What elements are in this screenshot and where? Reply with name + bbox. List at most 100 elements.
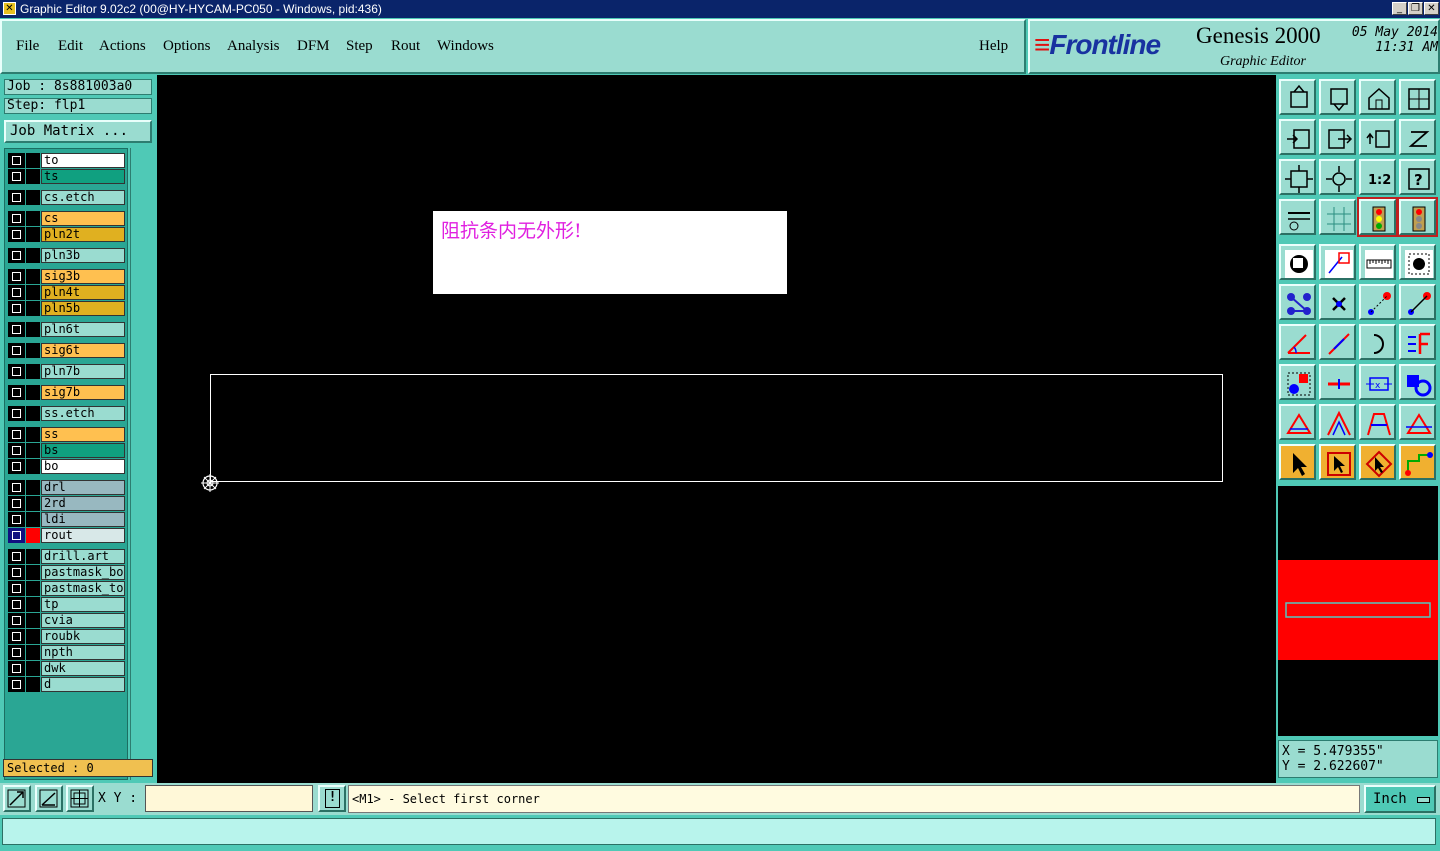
cross-button[interactable]: [1319, 284, 1356, 320]
measure-point-button[interactable]: [1399, 284, 1436, 320]
layer-checkbox[interactable]: [8, 443, 25, 458]
draw-shape-button[interactable]: [1319, 244, 1356, 280]
menu-step[interactable]: Step: [346, 38, 373, 55]
text-button[interactable]: [1399, 324, 1436, 360]
grid-button[interactable]: [1319, 199, 1356, 235]
layer-checkbox[interactable]: [8, 677, 25, 692]
home-button[interactable]: [1359, 79, 1396, 115]
layer-row[interactable]: pastmask_bot: [7, 565, 125, 580]
redo-button[interactable]: [1399, 119, 1436, 155]
layer-name[interactable]: pln3b: [41, 248, 125, 263]
layer-name[interactable]: cvia: [41, 613, 125, 628]
layer-name[interactable]: sig7b: [41, 385, 125, 400]
layer-name[interactable]: drill.art: [41, 549, 125, 564]
zoom-1to2-button[interactable]: 1:2: [1359, 159, 1396, 195]
layer-affected-marker[interactable]: [26, 190, 40, 205]
layer-checkbox[interactable]: [8, 227, 25, 242]
menu-edit[interactable]: Edit: [58, 38, 83, 55]
layer-checkbox[interactable]: [8, 153, 25, 168]
layer-row[interactable]: dwk: [7, 661, 125, 676]
layer-affected-marker[interactable]: [26, 343, 40, 358]
pad-button[interactable]: [1399, 244, 1436, 280]
import-button[interactable]: [1279, 119, 1316, 155]
ruler-button[interactable]: [1359, 244, 1396, 280]
menu-dfm[interactable]: DFM: [297, 38, 330, 55]
layer-row[interactable]: d: [7, 677, 125, 692]
layer-row[interactable]: tp: [7, 597, 125, 612]
traffic-light-red-button[interactable]: [1397, 197, 1438, 237]
layer-list-scrollbar[interactable]: [130, 148, 152, 780]
layer-name[interactable]: ldi: [41, 512, 125, 527]
layer-checkbox[interactable]: [8, 385, 25, 400]
layer-name[interactable]: bs: [41, 443, 125, 458]
layer-name[interactable]: pastmask_top: [41, 581, 125, 596]
layer-checkbox[interactable]: [8, 322, 25, 337]
layer-checkbox[interactable]: [8, 248, 25, 263]
layer-row[interactable]: cvia: [7, 613, 125, 628]
layer-affected-marker[interactable]: [26, 443, 40, 458]
layer-affected-marker[interactable]: [26, 480, 40, 495]
layer-row[interactable]: pastmask_top: [7, 581, 125, 596]
measure-button[interactable]: [1359, 284, 1396, 320]
layer-row[interactable]: rout: [7, 528, 125, 543]
layer-name[interactable]: ss.etch: [41, 406, 125, 421]
layer-affected-marker[interactable]: [26, 661, 40, 676]
zoom-center-button[interactable]: [1319, 159, 1356, 195]
layer-affected-marker[interactable]: [26, 385, 40, 400]
midline-button[interactable]: [1319, 364, 1356, 400]
triangle-button[interactable]: [1279, 404, 1316, 440]
layer-affected-marker[interactable]: [26, 597, 40, 612]
layer-affected-marker[interactable]: [26, 227, 40, 242]
layer-checkbox[interactable]: [8, 285, 25, 300]
layer-row[interactable]: ss: [7, 427, 125, 442]
layer-name[interactable]: pln5b: [41, 301, 125, 316]
menu-windows[interactable]: Windows: [437, 38, 494, 55]
layer-row[interactable]: ldi: [7, 512, 125, 527]
layer-row[interactable]: bs: [7, 443, 125, 458]
menu-help[interactable]: Help: [979, 38, 1008, 55]
shapes-button[interactable]: [1399, 364, 1436, 400]
layer-affected-marker[interactable]: [26, 153, 40, 168]
close-button[interactable]: ✕: [1424, 2, 1439, 15]
layer-checkbox[interactable]: [8, 343, 25, 358]
overview-map[interactable]: [1278, 486, 1438, 736]
layer-name[interactable]: sig3b: [41, 269, 125, 284]
warning-button[interactable]: !: [318, 785, 346, 812]
layer-row[interactable]: 2rd: [7, 496, 125, 511]
edit-box-button[interactable]: x: [1359, 364, 1396, 400]
layer-checkbox[interactable]: [8, 496, 25, 511]
layer-affected-marker[interactable]: [26, 496, 40, 511]
layer-checkbox[interactable]: [8, 169, 25, 184]
layer-row[interactable]: cs: [7, 211, 125, 226]
measure-angle-button[interactable]: [35, 785, 63, 812]
layer-affected-marker[interactable]: [26, 301, 40, 316]
layer-affected-marker[interactable]: [26, 629, 40, 644]
open-step-button[interactable]: [1279, 79, 1316, 115]
layer-checkbox[interactable]: [8, 301, 25, 316]
layer-affected-marker[interactable]: [26, 169, 40, 184]
layer-checkbox[interactable]: [8, 427, 25, 442]
layer-checkbox[interactable]: [8, 645, 25, 660]
graphic-canvas[interactable]: 阻抗条内无外形!: [157, 75, 1276, 783]
zoom-fit-button[interactable]: [1279, 159, 1316, 195]
layer-row[interactable]: pln3b: [7, 248, 125, 263]
menu-actions[interactable]: Actions: [99, 38, 146, 55]
layer-name[interactable]: rout: [41, 528, 125, 543]
grid-snap-button[interactable]: [66, 785, 94, 812]
layer-affected-marker[interactable]: [26, 211, 40, 226]
layer-name[interactable]: pln6t: [41, 322, 125, 337]
layer-checkbox[interactable]: [8, 549, 25, 564]
move-button[interactable]: [1279, 364, 1316, 400]
layer-checkbox[interactable]: [8, 597, 25, 612]
layer-name[interactable]: pln7b: [41, 364, 125, 379]
layer-checkbox[interactable]: [8, 406, 25, 421]
layer-row[interactable]: to: [7, 153, 125, 168]
layer-name[interactable]: d: [41, 677, 125, 692]
layer-checkbox[interactable]: [8, 190, 25, 205]
layer-affected-marker[interactable]: [26, 322, 40, 337]
layer-checkbox[interactable]: [8, 480, 25, 495]
layer-affected-marker[interactable]: [26, 459, 40, 474]
layer-affected-marker[interactable]: [26, 549, 40, 564]
minimize-button[interactable]: _: [1392, 2, 1407, 15]
select-button[interactable]: [1279, 444, 1316, 480]
